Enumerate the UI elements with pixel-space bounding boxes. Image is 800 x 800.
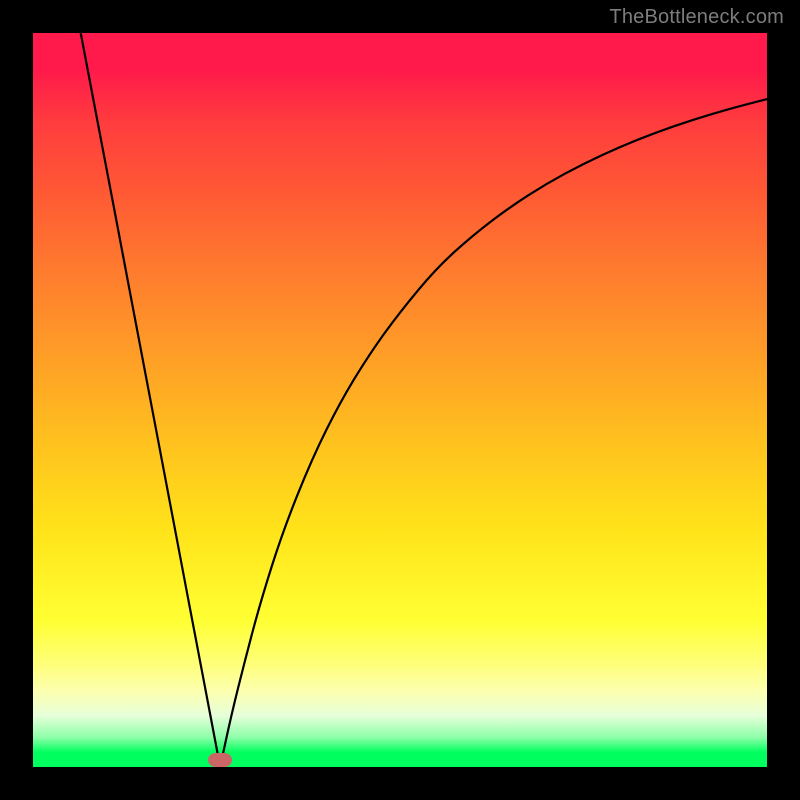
plot-area xyxy=(33,33,767,767)
bottleneck-curve xyxy=(33,33,767,767)
chart-frame: TheBottleneck.com xyxy=(0,0,800,800)
optimum-marker xyxy=(208,753,232,767)
watermark-text: TheBottleneck.com xyxy=(609,6,784,29)
